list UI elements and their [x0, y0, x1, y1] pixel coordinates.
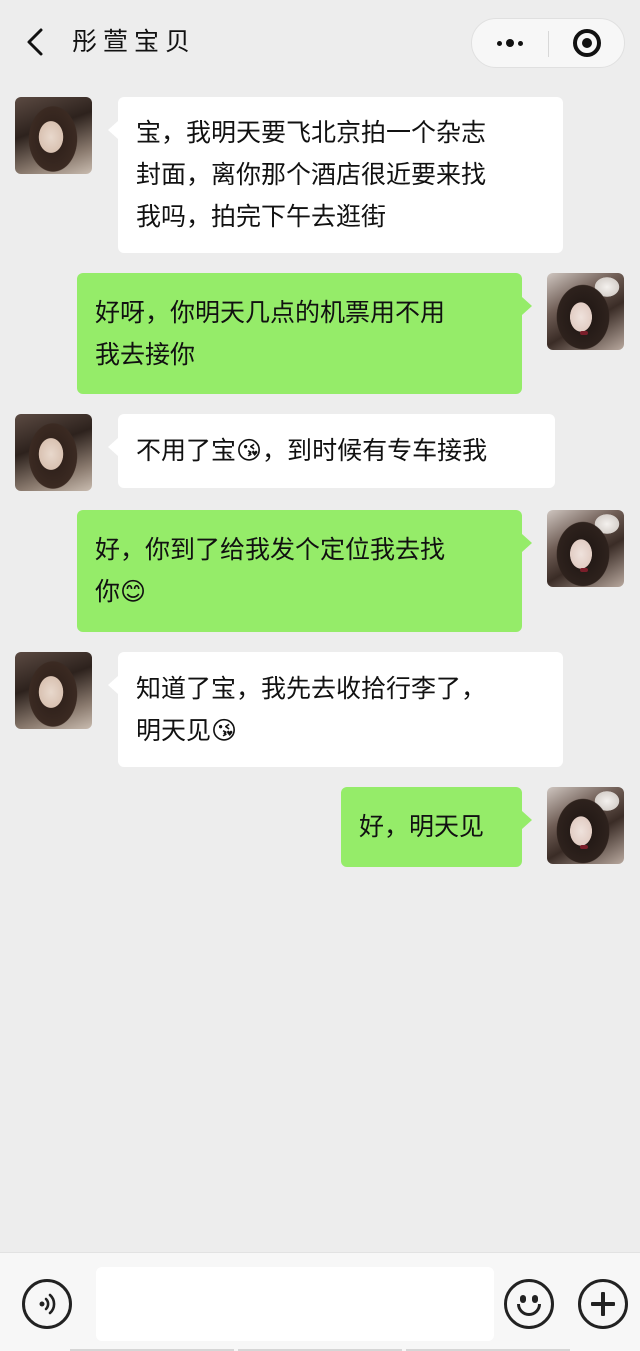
message-text: 好呀，你明天几点的机票用不用 我去接你: [95, 297, 446, 369]
miniapp-capsule: [471, 18, 625, 68]
contact-avatar[interactable]: [15, 97, 92, 174]
chevron-left-icon: [27, 28, 43, 56]
message-bubble-outgoing[interactable]: 好，明天见: [341, 787, 532, 867]
message-bubble-incoming[interactable]: 不用了宝😘，到时候有专车接我: [108, 414, 555, 488]
message-bubble-outgoing[interactable]: 好，你到了给我发个定位我去找 你😊: [77, 510, 532, 632]
self-avatar[interactable]: [547, 787, 624, 864]
plus-button[interactable]: [578, 1279, 628, 1329]
self-avatar[interactable]: [547, 273, 624, 350]
message-text: 宝，我明天要飞北京拍一个杂志 封面，离你那个酒店很近要来找 我吗，拍完下午去逛街: [136, 118, 487, 231]
self-avatar[interactable]: [547, 510, 624, 587]
message-bubble-outgoing[interactable]: 好呀，你明天几点的机票用不用 我去接你: [77, 273, 532, 394]
message-text: 知道了宝，我先去收拾行李了， 明天见😘: [136, 673, 487, 745]
close-button[interactable]: [549, 19, 625, 67]
message-text: 好，你到了给我发个定位我去找 你😊: [95, 535, 446, 606]
chat-title: 彤萱宝贝: [72, 27, 197, 56]
more-dots-icon: [497, 39, 523, 47]
contact-avatar[interactable]: [15, 652, 92, 729]
target-close-icon: [573, 29, 601, 57]
emoji-button[interactable]: [504, 1279, 554, 1329]
voice-button[interactable]: [22, 1279, 72, 1329]
message-input[interactable]: [96, 1267, 494, 1341]
nav-header: 彤萱宝贝: [0, 0, 640, 86]
voice-icon: [39, 1293, 56, 1315]
message-bubble-incoming[interactable]: 知道了宝，我先去收拾行李了， 明天见😘: [108, 652, 563, 767]
input-bar: [0, 1252, 640, 1351]
message-text: 好，明天见: [359, 812, 485, 841]
contact-avatar[interactable]: [15, 414, 92, 491]
back-button[interactable]: [18, 24, 52, 60]
message-text: 不用了宝😘，到时候有专车接我: [136, 436, 488, 465]
message-bubble-incoming[interactable]: 宝，我明天要飞北京拍一个杂志 封面，离你那个酒店很近要来找 我吗，拍完下午去逛街: [108, 97, 563, 253]
more-button[interactable]: [472, 19, 548, 67]
